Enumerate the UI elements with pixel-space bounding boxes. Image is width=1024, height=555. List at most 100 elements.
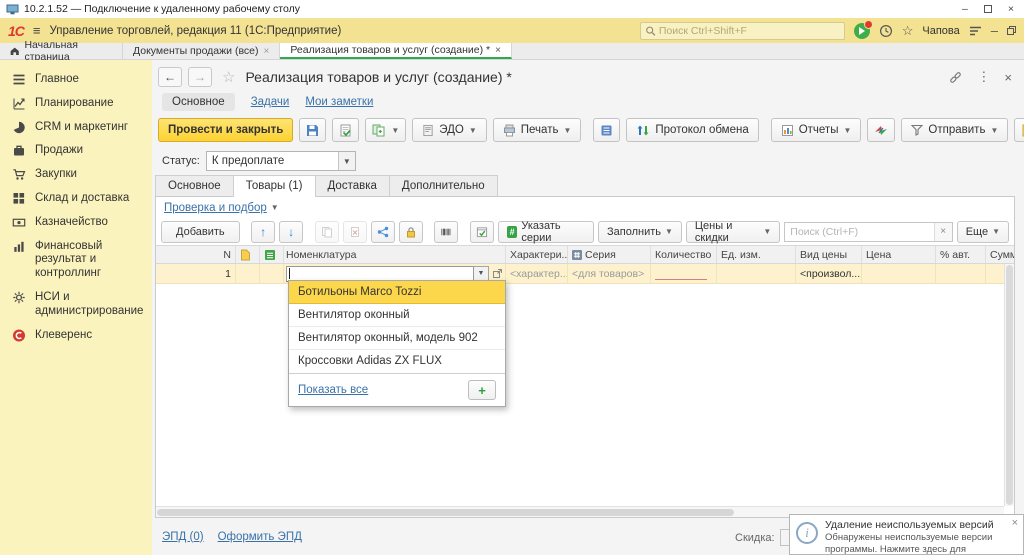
sidebar-item-purchases[interactable]: Закупки <box>0 163 152 187</box>
create-based-on-button[interactable]: ▼ <box>365 118 406 142</box>
show-all-link[interactable]: Показать все <box>298 384 368 396</box>
nomenclature-open-button[interactable] <box>492 268 503 279</box>
tab-sales-documents[interactable]: Документы продажи (все) × <box>123 43 280 59</box>
vertical-scrollbar[interactable] <box>1004 264 1014 506</box>
set-series-button[interactable]: # Указать серии <box>498 221 594 243</box>
get-link-icon[interactable] <box>948 71 963 84</box>
status-dropdown-button[interactable]: ▼ <box>338 152 355 170</box>
back-button[interactable]: ← <box>158 67 182 87</box>
check-availability-button[interactable] <box>470 221 494 243</box>
sidebar-item-planning[interactable]: Планирование <box>0 92 152 116</box>
dropdown-item[interactable]: Вентилятор оконный <box>289 304 505 327</box>
status-combo[interactable]: К предоплате ▼ <box>206 151 356 171</box>
table-more-button[interactable]: Еще ▼ <box>957 221 1009 243</box>
vertical-scrollbar-thumb[interactable] <box>1006 265 1013 505</box>
cell-content-flag[interactable] <box>260 264 284 283</box>
col-doc-icon[interactable] <box>236 246 260 263</box>
sidebar-item-finresult[interactable]: Финансовый результат и контроллинг <box>0 235 152 286</box>
rdp-maximize-button[interactable] <box>984 5 992 13</box>
service-menu-icon[interactable] <box>969 26 982 36</box>
check-and-pick-link[interactable]: Проверка и подбор <box>164 202 267 214</box>
share-button[interactable] <box>371 221 395 243</box>
discussions-icon[interactable] <box>854 23 870 39</box>
registers-button[interactable] <box>593 118 620 142</box>
cell-doc-flag[interactable] <box>236 264 260 283</box>
document-close-icon[interactable]: × <box>1004 70 1012 85</box>
save-button[interactable] <box>299 118 326 142</box>
nav-tasks-link[interactable]: Задачи <box>251 96 290 108</box>
create-new-item-button[interactable]: + <box>468 380 496 400</box>
fill-button[interactable]: Заполнить ▼ <box>598 221 682 243</box>
app-minimize-button[interactable]: – <box>991 24 998 37</box>
tab-close-icon[interactable]: × <box>495 45 501 56</box>
main-menu-button[interactable]: ≡ <box>33 23 41 38</box>
cell-price-kind[interactable]: <произвол... <box>796 264 862 283</box>
cell-price[interactable] <box>862 264 936 283</box>
col-sum[interactable]: Сумма <box>986 246 1014 263</box>
reports-button[interactable]: Отчеты ▼ <box>771 118 862 142</box>
app-restore-button[interactable] <box>1007 26 1016 35</box>
cell-series[interactable]: <для товаров> <box>568 264 651 283</box>
col-content-icon[interactable] <box>260 246 284 263</box>
tab-home[interactable]: Начальная страница <box>0 43 123 59</box>
add-row-button[interactable]: Добавить <box>161 221 240 243</box>
cell-characteristic[interactable]: <характер... <box>506 264 568 283</box>
tab-goods-sale-document[interactable]: Реализация товаров и услуг (создание) * … <box>280 43 512 59</box>
cell-quantity[interactable] <box>651 264 717 283</box>
more-menu-icon[interactable]: ⋮ <box>977 69 990 85</box>
tab-extra[interactable]: Дополнительно <box>389 175 498 196</box>
sidebar-item-crm[interactable]: CRM и маркетинг <box>0 116 152 140</box>
print-button[interactable]: Печать ▼ <box>493 118 582 142</box>
business-network-button[interactable] <box>867 118 895 142</box>
col-n[interactable]: N <box>156 246 236 263</box>
cell-row-number[interactable]: 1 <box>156 264 236 283</box>
col-unit[interactable]: Ед. изм. <box>717 246 796 263</box>
sidebar-item-treasury[interactable]: Казначейство <box>0 211 152 235</box>
col-price-kind[interactable]: Вид цены <box>796 246 862 263</box>
copy-row-button[interactable] <box>315 221 339 243</box>
tab-close-icon[interactable]: × <box>264 46 270 57</box>
nav-main-chip[interactable]: Основное <box>162 93 235 111</box>
history-icon[interactable] <box>879 24 893 38</box>
lock-button[interactable] <box>399 221 423 243</box>
col-series[interactable]: Серия <box>568 246 651 263</box>
exchange-protocol-button[interactable]: Протокол обмена <box>626 118 758 142</box>
col-quantity[interactable]: Количество <box>651 246 717 263</box>
col-auto-pct[interactable]: % авт. <box>936 246 986 263</box>
delete-row-button[interactable] <box>343 221 367 243</box>
epd-link[interactable]: ЭПД (0) <box>162 531 204 543</box>
post-button[interactable] <box>332 118 359 142</box>
dropdown-item[interactable]: Кроссовки Adidas ZX FLUX <box>289 350 505 373</box>
notification-close-icon[interactable]: × <box>1012 517 1018 529</box>
nav-notes-link[interactable]: Мои заметки <box>305 96 373 108</box>
tab-delivery[interactable]: Доставка <box>315 175 390 196</box>
search-clear-icon[interactable]: × <box>934 223 952 241</box>
epd-create-link[interactable]: Оформить ЭПД <box>218 531 302 543</box>
notification-popup[interactable]: i Удаление неиспользуемых версий Обнаруж… <box>789 514 1024 555</box>
global-search-box[interactable] <box>640 22 845 40</box>
sidebar-item-sales[interactable]: Продажи <box>0 139 152 163</box>
dropdown-item[interactable]: Вентилятор оконный, модель 902 <box>289 327 505 350</box>
col-nomenclature[interactable]: Номенклатура <box>284 246 506 263</box>
prices-discounts-button[interactable]: Цены и скидки ▼ <box>686 221 780 243</box>
horizontal-scrollbar-thumb[interactable] <box>157 509 734 516</box>
cell-unit[interactable] <box>717 264 796 283</box>
tab-goods[interactable]: Товары (1) <box>233 175 316 197</box>
tab-main[interactable]: Основное <box>155 175 234 196</box>
edo-button[interactable]: ЭДО ▼ <box>412 118 487 142</box>
favorites-star-icon[interactable]: ☆ <box>902 24 914 37</box>
sidebar-item-nsi-admin[interactable]: НСИ и администрирование <box>0 286 152 324</box>
rdp-close-button[interactable]: × <box>1008 3 1014 15</box>
col-price[interactable]: Цена <box>862 246 936 263</box>
col-characteristic[interactable]: Характери... <box>506 246 568 263</box>
sidebar-item-cleverence[interactable]: Клеверенс <box>0 324 152 348</box>
favorite-star-icon[interactable]: ☆ <box>222 68 235 86</box>
global-search-input[interactable] <box>659 25 840 37</box>
move-down-button[interactable]: ↓ <box>279 221 303 243</box>
post-and-close-button[interactable]: Провести и закрыть <box>158 118 293 142</box>
table-search-box[interactable]: × <box>784 222 952 242</box>
current-user-name[interactable]: Чапова <box>922 25 959 37</box>
send-button[interactable]: Отправить ▼ <box>901 118 1008 142</box>
sidebar-item-main[interactable]: Главное <box>0 68 152 92</box>
sidebar-item-warehouse[interactable]: Склад и доставка <box>0 187 152 211</box>
